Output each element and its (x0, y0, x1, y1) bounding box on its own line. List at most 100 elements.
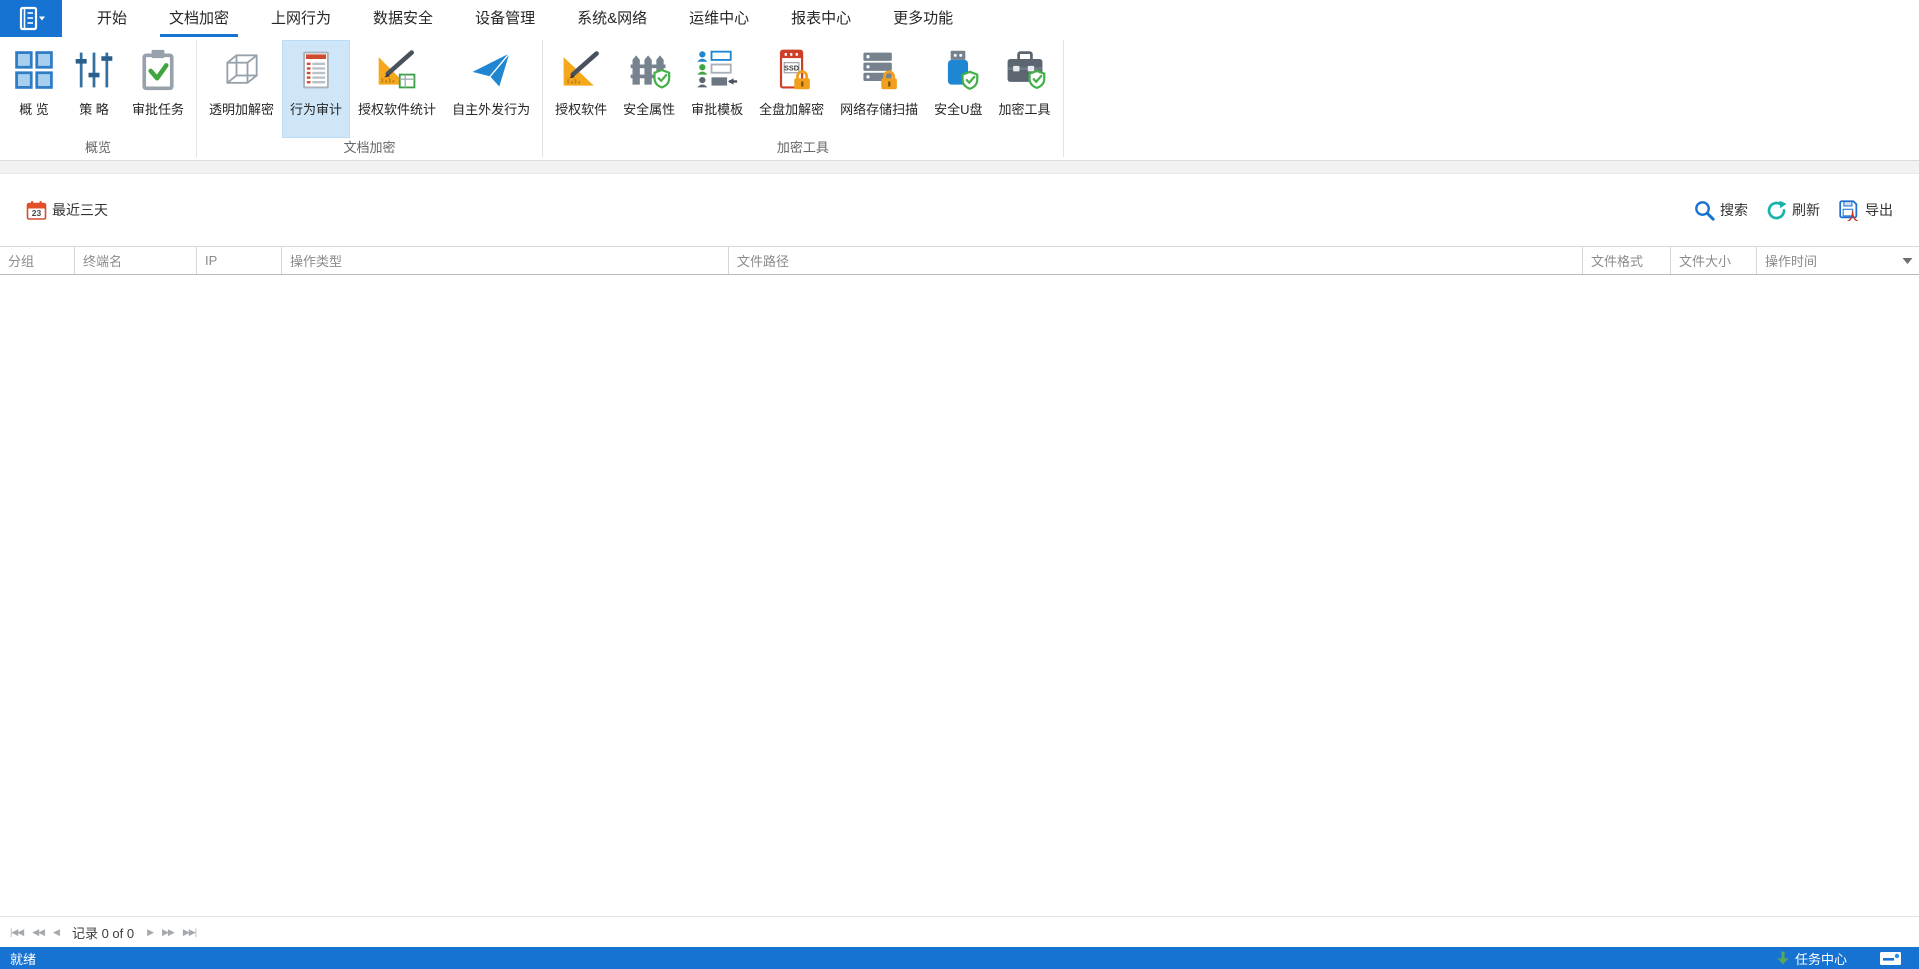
policy-sliders-icon (75, 52, 113, 88)
date-filter-label: 最近三天 (52, 202, 108, 218)
date-filter-button[interactable]: 23 最近三天 (26, 200, 108, 221)
next-page-button[interactable]: ▶ (147, 927, 154, 938)
column-header-terminal[interactable]: 终端名 (74, 247, 196, 274)
authorized-software-stats-button[interactable]: 授权软件统计 (350, 40, 444, 138)
outgoing-behavior-plane-icon (472, 53, 510, 87)
last-page-button[interactable]: ▶▶| (183, 927, 197, 938)
table-header: 分组 终端名 IP 操作类型 文件路径 文件格式 文件大小 操作时间 (0, 246, 1919, 275)
export-label: 导出 (1865, 202, 1893, 218)
shield-check-badge (653, 68, 671, 89)
ribbon-group-label-doc-encryption: 文档加密 (343, 140, 396, 155)
column-header-label: IP (205, 253, 218, 268)
tab-data-security[interactable]: 数据安全 (352, 0, 454, 37)
calendar-icon: 23 (26, 200, 47, 220)
table-body[interactable] (0, 275, 1919, 916)
status-bar: 就绪 任务中心 (0, 947, 1919, 969)
authorized-software-button[interactable]: 授权软件 (547, 40, 615, 138)
encryption-tools-button[interactable]: 加密工具 (991, 40, 1059, 138)
toolbar-actions: 搜索 刷新 人 导出 (1693, 199, 1893, 221)
refresh-icon (1767, 200, 1787, 219)
overview-grid-icon (15, 51, 53, 89)
monitor-icon[interactable] (1879, 949, 1903, 967)
column-header-label: 分组 (8, 254, 35, 269)
first-page-button[interactable]: |◀◀ (10, 927, 24, 938)
behavior-audit-icon (303, 51, 329, 89)
svg-text:人: 人 (1847, 209, 1859, 221)
download-arrow-icon (1777, 951, 1789, 965)
full-disk-encrypt-button[interactable]: SSD 全盘加解密 (751, 40, 832, 138)
column-header-label: 文件格式 (1591, 254, 1644, 269)
search-button[interactable]: 搜索 (1693, 199, 1748, 221)
tab-device-management[interactable]: 设备管理 (454, 0, 556, 37)
behavior-audit-label: 行为审计 (290, 102, 343, 117)
search-icon (1695, 201, 1715, 221)
policy-label: 策 略 (79, 102, 109, 117)
status-right: 任务中心 (1775, 949, 1909, 968)
secure-usb-label: 安全U盘 (934, 102, 983, 117)
approval-template-button[interactable]: 审批模板 (683, 40, 751, 138)
network-storage-scan-button[interactable]: 网络存储扫描 (832, 40, 926, 138)
authorized-software-stats-icon (378, 50, 416, 89)
outgoing-behavior-button[interactable]: 自主外发行为 (444, 40, 538, 138)
status-ready-text: 就绪 (10, 951, 37, 967)
refresh-label: 刷新 (1792, 202, 1820, 218)
column-header-file-format[interactable]: 文件格式 (1582, 247, 1670, 274)
column-header-label: 文件大小 (1679, 254, 1732, 269)
policy-button[interactable]: 策 略 (64, 40, 124, 138)
encryption-tools-label: 加密工具 (998, 102, 1051, 117)
transparent-encrypt-button[interactable]: 透明加解密 (201, 40, 282, 138)
transparent-encrypt-label: 透明加解密 (209, 102, 275, 117)
encryption-tools-toolbox-icon (1007, 51, 1045, 90)
tab-web-behavior[interactable]: 上网行为 (250, 0, 352, 37)
network-storage-scan-label: 网络存储扫描 (840, 102, 919, 117)
export-button[interactable]: 人 导出 (1838, 199, 1893, 221)
main-tabs: 开始 文档加密 上网行为 数据安全 设备管理 系统&网络 运维中心 报表中心 更… (76, 0, 974, 37)
column-header-operation-time[interactable]: 操作时间 (1756, 247, 1919, 274)
outgoing-behavior-label: 自主外发行为 (452, 102, 531, 117)
security-attributes-button[interactable]: 安全属性 (615, 40, 683, 138)
tab-ops-center[interactable]: 运维中心 (668, 0, 770, 37)
tab-report-center[interactable]: 报表中心 (770, 0, 872, 37)
tab-system-network[interactable]: 系统&网络 (556, 0, 668, 37)
column-options-button[interactable] (1902, 257, 1913, 265)
shield-check-badge (1028, 69, 1045, 90)
fast-next-page-button[interactable]: ▶▶ (162, 927, 175, 938)
authorized-software-label: 授权软件 (555, 102, 608, 117)
approval-template-icon (697, 50, 738, 88)
behavior-audit-button[interactable]: 行为审计 (282, 40, 351, 138)
authorized-software-icon (563, 51, 599, 86)
approval-tasks-button[interactable]: 审批任务 (124, 40, 192, 138)
tab-document-encryption[interactable]: 文档加密 (148, 0, 250, 37)
content-toolbar: 23 最近三天 搜索 刷新 人 导出 (0, 174, 1919, 246)
column-header-group[interactable]: 分组 (0, 247, 74, 274)
tab-bar: 开始 文档加密 上网行为 数据安全 设备管理 系统&网络 运维中心 报表中心 更… (0, 0, 1919, 37)
prev-page-button[interactable]: ◀ (53, 927, 60, 938)
ribbon-bottom-band (0, 160, 1919, 174)
column-header-file-path[interactable]: 文件路径 (728, 247, 1582, 274)
fast-prev-page-button[interactable]: ◀◀ (32, 927, 45, 938)
ribbon-group-overview: 概 览 策 略 审批任务 概览 (0, 37, 196, 160)
column-header-file-size[interactable]: 文件大小 (1670, 247, 1756, 274)
tab-home[interactable]: 开始 (76, 0, 148, 37)
tab-more-features[interactable]: 更多功能 (872, 0, 974, 37)
refresh-button[interactable]: 刷新 (1766, 200, 1820, 221)
ssd-badge-text: SSD (784, 63, 799, 72)
secure-usb-button[interactable]: 安全U盘 (926, 40, 990, 138)
ribbon: 概 览 策 略 审批任务 概览 透明加解密 行为审计 授权软件统计 自主外发行为… (0, 37, 1919, 160)
ribbon-group-doc-encryption: 透明加解密 行为审计 授权软件统计 自主外发行为 文档加密 (197, 37, 542, 160)
full-disk-encrypt-label: 全盘加解密 (759, 102, 825, 117)
task-center-button[interactable]: 任务中心 (1775, 949, 1847, 968)
column-header-ip[interactable]: IP (196, 247, 281, 274)
column-header-label: 操作类型 (290, 254, 343, 269)
column-header-label: 文件路径 (737, 254, 790, 269)
overview-button[interactable]: 概 览 (4, 40, 64, 138)
pagination-bar: |◀◀ ◀◀ ◀ 记录 0 of 0 ▶ ▶▶ ▶▶| (0, 916, 1919, 947)
app-menu-button[interactable] (0, 0, 62, 37)
approval-tasks-icon (142, 49, 174, 91)
overview-label: 概 览 (19, 102, 49, 117)
column-header-operation-type[interactable]: 操作类型 (281, 247, 728, 274)
column-header-label: 操作时间 (1765, 254, 1818, 269)
calendar-day-text: 23 (32, 208, 42, 218)
network-storage-scan-icon (863, 52, 898, 90)
ribbon-group-label-overview: 概览 (85, 140, 112, 155)
